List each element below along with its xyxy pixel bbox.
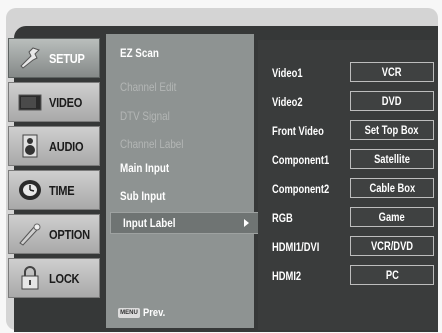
tab-setup-label: SETUP: [49, 50, 85, 66]
input-label-value-hdmi2[interactable]: PC: [350, 265, 434, 285]
tab-lock-label: LOCK: [49, 270, 80, 286]
menu-item-channel-edit: Channel Edit: [120, 80, 177, 94]
menu-item-sub-input[interactable]: Sub Input: [120, 189, 165, 203]
input-label-value-text: VCR/DVD: [370, 239, 414, 253]
tab-time-label: TIME: [49, 182, 75, 198]
input-name-hdmi1-dvi: HDMI1/DVI: [272, 240, 320, 254]
input-name-video1: Video1: [272, 66, 303, 80]
input-label-value-component2[interactable]: Cable Box: [350, 178, 434, 198]
tab-time[interactable]: TIME: [8, 170, 100, 210]
tab-audio-label: AUDIO: [49, 138, 84, 154]
input-name-component1: Component1: [272, 153, 330, 167]
wrench-icon: [17, 46, 43, 70]
menu-item-dtv-signal: DTV Signal: [120, 109, 170, 123]
setup-menu: [106, 34, 254, 328]
input-label-value-rgb[interactable]: Game: [350, 207, 434, 227]
tab-audio[interactable]: AUDIO: [8, 126, 100, 166]
input-label-value-video2[interactable]: DVD: [350, 91, 434, 111]
tab-lock[interactable]: LOCK: [8, 258, 100, 298]
menu-item-input-label[interactable]: Input Label: [110, 212, 260, 234]
input-label-value-text: Set Top Box: [365, 123, 419, 137]
prev-label: Prev.: [143, 307, 166, 319]
input-label-value-video1[interactable]: VCR: [350, 62, 434, 82]
speaker-icon: [17, 134, 43, 158]
tab-setup[interactable]: SETUP: [8, 38, 100, 78]
input-name-front-video: Front Video: [272, 124, 324, 138]
input-name-component2: Component2: [272, 182, 330, 196]
tv-icon: [17, 90, 43, 114]
tab-option-label: OPTION: [49, 226, 90, 242]
tab-video[interactable]: VIDEO: [8, 82, 100, 122]
input-label-value-text: PC: [385, 268, 399, 282]
lock-icon: [17, 266, 43, 290]
option-icon: [17, 222, 43, 246]
input-label-value-text: DVD: [382, 94, 402, 108]
clock-icon: [17, 178, 43, 202]
input-label-value-text: Cable Box: [369, 181, 415, 195]
input-label-value-hdmi1-dvi[interactable]: VCR/DVD: [350, 236, 434, 256]
arrow-right-icon: [244, 219, 249, 227]
input-name-hdmi2: HDMI2: [272, 269, 302, 283]
input-label-value-text: Game: [378, 210, 406, 224]
menu-item-ez-scan[interactable]: EZ Scan: [120, 46, 159, 60]
input-label-value-text: Satellite: [374, 152, 410, 166]
input-label-value-text: VCR: [382, 65, 402, 79]
menu-key-icon: MENU: [118, 308, 140, 318]
tab-video-label: VIDEO: [49, 94, 83, 110]
menu-item-channel-label: Channel Label: [120, 137, 184, 151]
prev-hint: MENU Prev.: [118, 307, 169, 319]
menu-item-input-label-text: Input Label: [123, 216, 176, 230]
input-label-value-front-video[interactable]: Set Top Box: [350, 120, 434, 140]
input-label-value-component1[interactable]: Satellite: [350, 149, 434, 169]
input-name-rgb: RGB: [272, 211, 293, 225]
tab-option[interactable]: OPTION: [8, 214, 100, 254]
tv-osd-screen: SETUP VIDEO AUDIO TIME OPTION LOCK EZ Sc…: [0, 0, 442, 333]
input-name-video2: Video2: [272, 95, 303, 109]
menu-item-main-input[interactable]: Main Input: [120, 161, 169, 175]
